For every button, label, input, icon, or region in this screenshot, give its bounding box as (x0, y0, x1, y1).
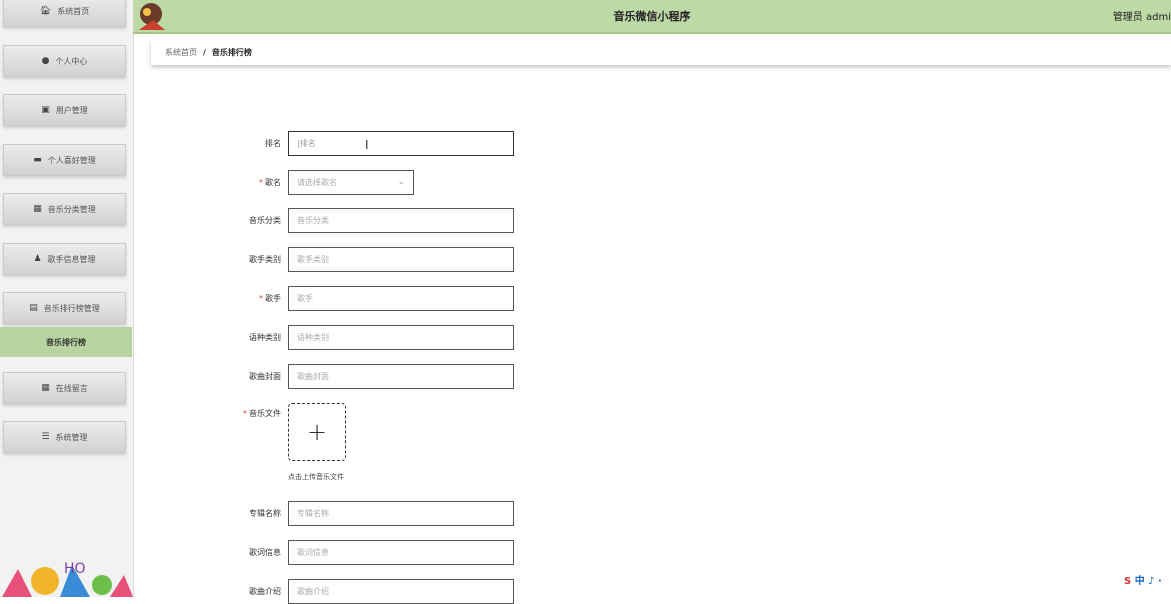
sidebar-item-profile[interactable]: ● 个人中心 (3, 45, 126, 77)
intro-label: 歌曲介绍 (249, 587, 281, 596)
chat-icon: ▬ (33, 155, 42, 165)
person-icon: ● (41, 56, 50, 66)
admin-user-label[interactable]: 管理员 admi (1113, 8, 1171, 23)
language-label: 语种类别 (249, 333, 281, 342)
lyrics-input[interactable]: 歌词信息 (288, 540, 514, 565)
sidebar-item-label: 个人中心 (55, 56, 88, 66)
category-label: 音乐分类 (249, 216, 281, 225)
song-select[interactable]: 请选择歌名 ⌄ (288, 170, 414, 195)
sidebar-item-label: 用户管理 (55, 105, 88, 115)
sidebar-decoration-image: HO (2, 561, 133, 597)
sidebar-item-singers[interactable]: ♟ 歌手信息管理 (3, 243, 126, 275)
form-row-music-file: * 音乐文件 (200, 403, 281, 428)
user-group-icon: ▣ (41, 105, 50, 115)
plus-icon: + (306, 418, 328, 446)
singer-type-label: 歌手类别 (249, 255, 281, 264)
sidebar-item-messages[interactable]: ▦ 在线留言 (3, 372, 126, 404)
breadcrumb-separator: / (203, 48, 206, 57)
intro-input[interactable]: 歌曲介绍 (288, 579, 514, 604)
sidebar-item-label: 音乐排行榜 (46, 337, 86, 347)
sidebar-item-label: 个人喜好管理 (47, 155, 96, 165)
album-input[interactable]: 专辑名称 (288, 501, 514, 526)
lyrics-label: 歌词信息 (249, 548, 281, 557)
sidebar-item-label: 歌手信息管理 (47, 254, 96, 264)
cover-input[interactable]: 歌曲封面 (288, 364, 514, 389)
breadcrumb: 系统首页 / 音乐排行榜 (151, 40, 1171, 65)
category-input[interactable]: 音乐分类 (288, 208, 514, 233)
singer-label: * 歌手 (259, 294, 281, 303)
home-icon: 🏠︎ (39, 6, 52, 16)
breadcrumb-current: 音乐排行榜 (211, 48, 252, 57)
album-label: 专辑名称 (249, 509, 281, 518)
upload-hint-text: 点击上传音乐文件 (288, 473, 344, 481)
form-row-rank: 排名 (200, 131, 281, 156)
svg-text:HO: HO (64, 561, 86, 577)
header-bar: 音乐微信小程序 管理员 admi (133, 0, 1171, 34)
sidebar: 🏠︎ 系统首页 ● 个人中心 ▣ 用户管理 ▬ 个人喜好管理 ▦ 音乐分类管理 … (0, 0, 134, 597)
form-row-singer-type: 歌手类别 (200, 247, 281, 272)
chevron-down-icon: ⌄ (397, 177, 405, 187)
list-icon: ▤ (29, 303, 38, 313)
settings-icon: ☰ (41, 432, 50, 442)
form-row-category: 音乐分类 (200, 208, 281, 233)
form-row-lyrics: 歌词信息 (200, 540, 281, 565)
singer-type-input[interactable]: 歌手类别 (288, 247, 514, 272)
ime-status: 中 ♪ · (1134, 576, 1162, 587)
ime-logo-icon: S (1124, 576, 1132, 587)
music-file-upload-button[interactable]: + (288, 403, 346, 461)
form-row-song: * 歌名 (200, 170, 281, 195)
singer-input[interactable]: 歌手 (288, 286, 514, 311)
form-row-singer: * 歌手 (200, 286, 281, 311)
sidebar-item-ranking[interactable]: 音乐排行榜 (0, 327, 132, 357)
sidebar-item-label: 系统管理 (55, 432, 88, 442)
cover-label: 歌曲封面 (249, 372, 281, 381)
form-row-cover: 歌曲封面 (200, 364, 281, 389)
sidebar-item-system[interactable]: ☰ 系统管理 (3, 421, 126, 453)
ime-toolbar[interactable]: S 中 ♪ · (1124, 572, 1162, 587)
form-row-intro: 歌曲介绍 (200, 579, 281, 604)
grid-icon: ▦ (41, 383, 50, 393)
sidebar-item-label: 音乐排行榜管理 (43, 303, 100, 313)
breadcrumb-home-link[interactable]: 系统首页 (165, 47, 197, 58)
sidebar-item-preferences[interactable]: ▬ 个人喜好管理 (3, 144, 126, 176)
sidebar-item-label: 系统首页 (57, 6, 90, 16)
singer-icon: ♟ (33, 254, 42, 264)
language-input[interactable]: 语种类别 (288, 325, 514, 350)
sidebar-item-label: 音乐分类管理 (47, 204, 96, 214)
sidebar-item-home[interactable]: 🏠︎ 系统首页 (3, 0, 126, 27)
form-row-album: 专辑名称 (200, 501, 281, 526)
text-cursor-icon: I (365, 138, 369, 152)
app-title: 音乐微信小程序 (613, 10, 691, 23)
sidebar-item-label: 在线留言 (55, 383, 88, 393)
sidebar-item-ranking-management[interactable]: ▤ 音乐排行榜管理 (3, 292, 126, 324)
sidebar-item-users[interactable]: ▣ 用户管理 (3, 94, 126, 126)
song-label: * 歌名 (259, 178, 281, 187)
grid-icon: ▦ (33, 204, 42, 214)
rank-label: 排名 (265, 139, 281, 148)
form-row-language: 语种类别 (200, 325, 281, 350)
rank-input[interactable]: |排名 (288, 131, 514, 156)
music-file-label: * 音乐文件 (243, 409, 281, 418)
sidebar-item-music-categories[interactable]: ▦ 音乐分类管理 (3, 193, 126, 225)
